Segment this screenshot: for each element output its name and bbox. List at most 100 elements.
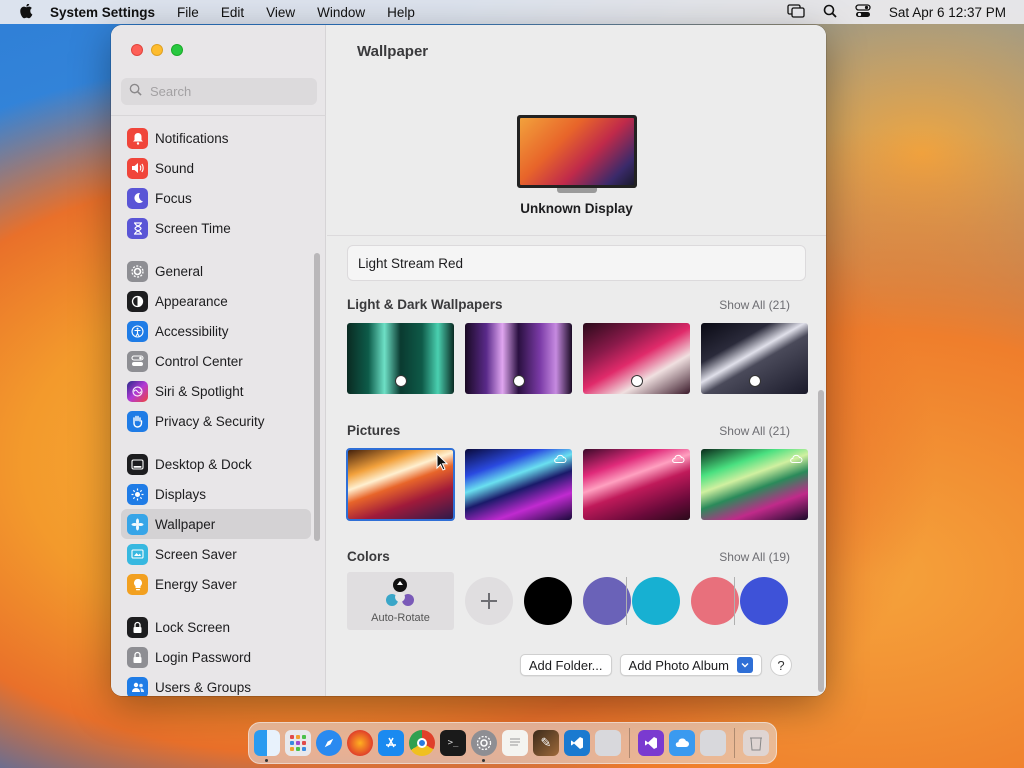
dock-vscode[interactable] [564, 730, 590, 756]
color-swatch-cyan[interactable] [632, 577, 680, 625]
add-photo-album-button[interactable]: Add Photo Album [619, 654, 762, 676]
auto-rotate-icon [386, 578, 414, 606]
sidebar-group-notifications: Notifications Sound Focus Screen Time [121, 123, 311, 243]
dock-firefox[interactable] [347, 730, 373, 756]
visual-studio-icon [645, 737, 657, 749]
sidebar-item-screen-saver[interactable]: Screen Saver [121, 539, 311, 569]
wallpaper-thumbnail[interactable] [583, 449, 690, 520]
help-button[interactable]: ? [770, 654, 792, 676]
settings-window: Notifications Sound Focus [111, 25, 826, 696]
light-dark-thumbnails [347, 323, 808, 394]
section-title-light-dark: Light & Dark Wallpapers [347, 297, 503, 312]
add-color-button[interactable] [465, 577, 513, 625]
sidebar-item-label: Lock Screen [155, 619, 231, 635]
display-name: Unknown Display [520, 201, 633, 216]
menu-app-name[interactable]: System Settings [50, 5, 155, 20]
search-icon[interactable] [823, 4, 837, 21]
dock-photos[interactable] [700, 730, 726, 756]
sidebar-item-label: Screen Time [155, 220, 231, 236]
sidebar-item-screen-time[interactable]: Screen Time [121, 213, 311, 243]
sidebar-scrollbar[interactable] [314, 253, 320, 541]
menu-view[interactable]: View [266, 5, 295, 20]
search-icon [129, 83, 142, 101]
dock-icon [127, 453, 148, 475]
dock-system-settings[interactable] [471, 730, 497, 762]
dock-separator [629, 728, 630, 758]
search-field[interactable] [121, 78, 317, 105]
dock-launchpad[interactable] [285, 730, 311, 756]
control-center-icon[interactable] [855, 3, 871, 21]
padlock-icon [127, 646, 148, 668]
sidebar-item-lock-screen[interactable]: Lock Screen [121, 612, 311, 642]
sidebar-item-displays[interactable]: Displays [121, 479, 311, 509]
close-button[interactable] [131, 44, 143, 56]
color-swatch-purple[interactable] [583, 577, 631, 625]
sidebar-item-users-groups[interactable]: Users & Groups [121, 672, 311, 696]
wallpaper-thumbnail[interactable] [583, 323, 690, 394]
cloud-download-icon [672, 454, 685, 463]
search-input[interactable] [150, 84, 310, 99]
monitor-stand [557, 188, 597, 193]
window-controls [131, 44, 183, 56]
sidebar-item-wallpaper[interactable]: Wallpaper [121, 509, 311, 539]
sidebar-item-accessibility[interactable]: Accessibility [121, 316, 311, 346]
wallpaper-thumbnail[interactable] [465, 449, 572, 520]
sidebar-item-general[interactable]: General [121, 256, 311, 286]
cloud-download-icon [790, 454, 803, 463]
color-swatch-pink[interactable] [691, 577, 739, 625]
minimize-button[interactable] [151, 44, 163, 56]
users-icon [127, 676, 148, 696]
wallpaper-thumbnail[interactable] [465, 323, 572, 394]
bottom-actions: Add Folder... Add Photo Album ? [519, 654, 792, 676]
dock-terminal[interactable]: >_ [440, 730, 466, 756]
sidebar-item-login-password[interactable]: Login Password [121, 642, 311, 672]
show-all-light-dark[interactable]: Show All (21) [719, 298, 790, 312]
apple-icon[interactable] [18, 4, 36, 20]
dock-icloud[interactable] [669, 730, 695, 756]
menu-window[interactable]: Window [317, 5, 365, 20]
show-all-colors[interactable]: Show All (19) [719, 550, 790, 564]
sidebar-item-focus[interactable]: Focus [121, 183, 311, 213]
color-swatch-blue[interactable] [740, 577, 788, 625]
screen-mirroring-icon[interactable] [787, 3, 805, 21]
add-folder-button[interactable]: Add Folder... [519, 654, 612, 676]
dock-preview[interactable] [595, 730, 621, 756]
dock-trash[interactable] [743, 730, 769, 756]
light-dark-icon [749, 375, 761, 387]
show-all-pictures[interactable]: Show All (21) [719, 424, 790, 438]
dock-pixelmator[interactable]: ✎ [533, 730, 559, 756]
sidebar-item-control-center[interactable]: Control Center [121, 346, 311, 376]
sidebar-item-label: Appearance [155, 293, 228, 309]
sidebar-item-energy-saver[interactable]: Energy Saver [121, 569, 311, 599]
sidebar-item-appearance[interactable]: Appearance [121, 286, 311, 316]
dock-finder[interactable] [254, 730, 280, 762]
sidebar-item-siri-spotlight[interactable]: Siri & Spotlight [121, 376, 311, 406]
sidebar-item-desktop-dock[interactable]: Desktop & Dock [121, 449, 311, 479]
sidebar-item-notifications[interactable]: Notifications [121, 123, 311, 153]
bell-icon [127, 127, 148, 149]
dock-textedit[interactable] [502, 730, 528, 756]
wallpaper-thumbnail[interactable] [347, 323, 454, 394]
menu-clock[interactable]: Sat Apr 6 12:37 PM [889, 5, 1006, 20]
zoom-button[interactable] [171, 44, 183, 56]
auto-rotate-tile[interactable]: Auto-Rotate [347, 572, 454, 630]
dock-app-store[interactable] [378, 730, 404, 756]
sidebar-item-sound[interactable]: Sound [121, 153, 311, 183]
compass-icon [324, 738, 334, 748]
sidebar-item-privacy-security[interactable]: Privacy & Security [121, 406, 311, 436]
page-title: Wallpaper [357, 43, 429, 60]
wallpaper-thumbnail[interactable] [701, 323, 808, 394]
color-swatch-black[interactable] [524, 577, 572, 625]
plus-icon [481, 593, 497, 609]
sidebar-item-label: Login Password [155, 649, 252, 665]
menu-edit[interactable]: Edit [221, 5, 244, 20]
sidebar-item-label: Energy Saver [155, 576, 237, 592]
menu-help[interactable]: Help [387, 5, 415, 20]
sidebar-item-label: General [155, 263, 204, 279]
main-scrollbar[interactable] [818, 390, 824, 692]
menu-file[interactable]: File [177, 5, 199, 20]
dock-visual-studio[interactable] [638, 730, 664, 756]
wallpaper-thumbnail[interactable] [701, 449, 808, 520]
dock-chrome[interactable] [409, 730, 435, 756]
dock-safari[interactable] [316, 730, 342, 756]
